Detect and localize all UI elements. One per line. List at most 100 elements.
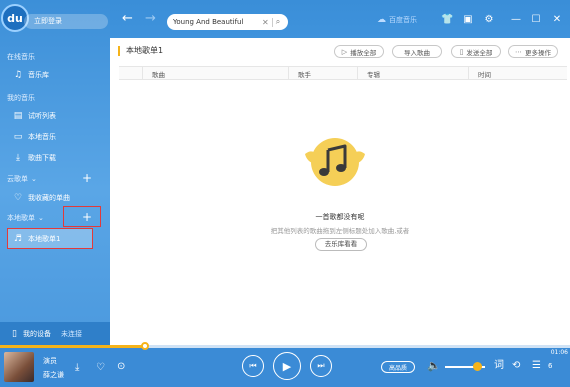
download-icon: ⤓ (16, 153, 20, 163)
empty-description: 把其他列表的歌曲拖到左侧标题处加入歌曲,或者 (270, 227, 410, 235)
sidebar-item-music-library[interactable]: ♫ 音乐库 (13, 67, 49, 83)
volume-handle[interactable] (473, 362, 482, 371)
button-label: 播放全部 (350, 48, 377, 57)
player-bar: 演员 薛之谦 ⤓ ♡ ⊙ ⏮ ▶ ⏭ 高品质 🔈 词 ⟲ ☰ 6 (0, 348, 570, 387)
login-button[interactable]: 立即登录 (24, 14, 108, 29)
baidu-music-icon: ☁ (377, 15, 386, 25)
settings-icon[interactable]: ⚙ (483, 14, 495, 26)
heart-icon: ♡ (13, 193, 23, 203)
more-icon[interactable]: ⊙ (117, 362, 125, 372)
forward-arrow-icon[interactable]: → (145, 12, 156, 25)
close-icon[interactable]: ✕ (551, 14, 563, 26)
volume-icon[interactable]: 🔈 (427, 360, 441, 371)
search-input[interactable]: Young And Beautiful (173, 18, 261, 26)
trial-list-icon: ▤ (13, 111, 23, 121)
button-label: 导入歌曲 (404, 48, 430, 57)
playlist-title: 本地歌单1 (118, 46, 163, 56)
clear-icon[interactable]: ✕ (262, 18, 269, 27)
sidebar-item-favorite-songs[interactable]: ♡ 我收藏的单曲 (13, 190, 70, 206)
sidebar-item-label: 本地歌单1 (28, 235, 61, 243)
section-local-playlists[interactable]: 本地歌单 ⌄ (7, 213, 44, 223)
maximize-icon[interactable]: ☐ (530, 14, 542, 26)
empty-title: 一首歌都没有呢 (315, 213, 365, 221)
play-all-button[interactable]: ▷ 播放全部 (334, 45, 384, 58)
empty-music-icon (305, 138, 365, 186)
music-note-icon: ♫ (13, 70, 23, 80)
chevron-down-icon: ⌄ (31, 175, 37, 183)
send-all-button[interactable]: ▯ 发送全部 (451, 45, 501, 58)
skin-icon[interactable]: 👕 (441, 14, 453, 26)
section-my-music: 我的音乐 (7, 94, 35, 102)
more-actions-button[interactable]: ⋯ 更多操作 (508, 45, 558, 58)
sidebar-item-local-playlist-1[interactable]: ♬ 本地歌单1 (13, 231, 61, 247)
more-icon: ⋯ (515, 47, 522, 56)
progress-bar[interactable] (0, 342, 570, 350)
sidebar-item-downloads[interactable]: ⤓ 歌曲下载 (13, 150, 56, 166)
note-head-shape (319, 168, 329, 176)
playlist-count: 6 (548, 362, 553, 370)
column-album[interactable]: 专辑 (367, 69, 380, 79)
sidebar-item-label: 我收藏的单曲 (28, 194, 70, 202)
chevron-down-icon: ⌄ (38, 214, 44, 222)
heart-icon[interactable]: ♡ (96, 363, 105, 373)
logo-text: du (7, 11, 23, 25)
minimize-icon[interactable]: — (510, 14, 522, 26)
section-online-music: 在线音乐 (7, 53, 35, 61)
sidebar-item-label: 歌曲下载 (28, 154, 56, 162)
back-arrow-icon[interactable]: ← (122, 12, 133, 25)
sidebar-item-label: 本地音乐 (28, 133, 56, 141)
repeat-icon[interactable]: ⟲ (512, 361, 520, 371)
play-icon: ▷ (341, 47, 348, 56)
column-divider (468, 67, 469, 80)
progress-fill (0, 345, 146, 348)
search-icon[interactable]: ⌕ (276, 17, 280, 27)
column-artist[interactable]: 歌手 (298, 69, 311, 79)
playlist-icon[interactable]: ☰ (532, 361, 541, 371)
track-artist[interactable]: 薛之谦 (43, 370, 64, 380)
phone-icon: ▯ (12, 328, 17, 339)
device-label: 我的设备 (22, 329, 51, 338)
play-button[interactable]: ▶ (273, 352, 301, 380)
quality-label: 高品质 (388, 364, 407, 372)
my-device-bar[interactable]: ▯ 我的设备 未连接 (0, 322, 110, 345)
previous-button[interactable]: ⏮ (242, 355, 264, 377)
column-divider (357, 67, 358, 80)
table-header: 歌曲 歌手 专辑 时间 (119, 66, 567, 80)
download-icon[interactable]: ⤓ (75, 363, 79, 373)
section-cloud-playlists[interactable]: 云歌单 ⌄ (7, 174, 37, 184)
next-icon: ⏭ (317, 361, 325, 370)
sidebar-item-local-music[interactable]: ▭ 本地音乐 (13, 129, 56, 145)
sidebar-item-trial-list[interactable]: ▤ 试听列表 (13, 108, 56, 124)
add-local-playlist-icon[interactable]: + (82, 211, 92, 223)
import-songs-button[interactable]: 导入歌曲 (392, 45, 442, 58)
next-button[interactable]: ⏭ (310, 355, 332, 377)
track-title[interactable]: 演员 (43, 356, 57, 366)
play-icon: ▶ (282, 359, 292, 373)
browse-library-button[interactable]: 去乐库看看 (315, 238, 367, 251)
lyrics-button[interactable]: 词 (494, 361, 504, 371)
column-song[interactable]: 歌曲 (152, 69, 165, 79)
sidebar: du 立即登录 在线音乐 ♫ 音乐库 我的音乐 ▤ 试听列表 ▭ 本地音乐 ⤓ … (0, 0, 110, 345)
brand-label: 百度音乐 (389, 16, 417, 24)
search-box[interactable]: Young And Beautiful ✕ ⌕ (167, 14, 288, 30)
section-label: 本地歌单 (7, 214, 35, 222)
column-time[interactable]: 时间 (478, 69, 491, 79)
button-label: 发送全部 (466, 48, 493, 57)
computer-icon: ▭ (13, 132, 23, 142)
quality-selector[interactable]: 高品质 (381, 361, 415, 373)
disc-shape (311, 138, 359, 186)
section-label: 云歌单 (7, 175, 28, 183)
album-cover[interactable] (4, 352, 34, 382)
current-time: 01:06 (550, 349, 568, 356)
sidebar-item-label: 音乐库 (28, 71, 49, 79)
playlist-icon: ♬ (13, 234, 23, 244)
add-cloud-playlist-icon[interactable]: + (82, 172, 92, 184)
message-icon[interactable]: ▣ (462, 14, 474, 26)
device-status: 未连接 (60, 329, 82, 338)
column-divider (288, 67, 289, 80)
brand[interactable]: ☁ 百度音乐 (377, 15, 417, 25)
search-divider (271, 17, 273, 27)
top-bar: ← → Young And Beautiful ✕ ⌕ ☁ 百度音乐 👕 ▣ ⚙… (110, 0, 570, 38)
phone-icon: ▯ (459, 47, 464, 56)
main-panel: 本地歌单1 ▷ 播放全部 导入歌曲 ▯ 发送全部 ⋯ 更多操作 歌曲 歌手 专辑… (110, 38, 570, 345)
